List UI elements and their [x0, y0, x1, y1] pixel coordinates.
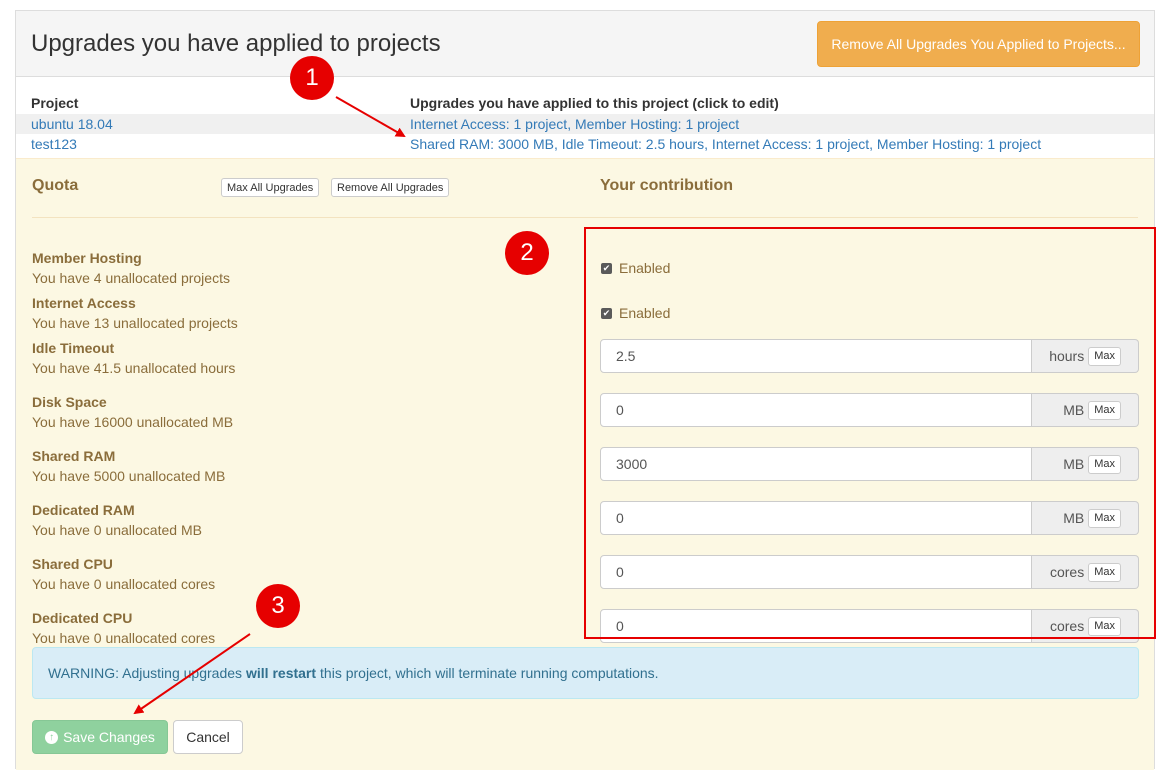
quota-title: Quota [32, 177, 79, 194]
quota-desc-disk-space: You have 16000 unallocated MB [32, 414, 234, 430]
column-header-project: Project [31, 95, 79, 111]
annotation-badge-1: 1 [290, 56, 334, 100]
quota-name-shared-ram: Shared RAM [32, 448, 116, 464]
quota-name-disk-space: Disk Space [32, 394, 107, 410]
upgrades-link[interactable]: Internet Access: 1 project, Member Hosti… [410, 116, 739, 132]
annotation-badge-2: 2 [505, 231, 549, 275]
contribution-title: Your contribution [600, 177, 734, 194]
quota-desc-internet-access: You have 13 unallocated projects [32, 315, 238, 331]
quota-name-dedicated-cpu: Dedicated CPU [32, 610, 133, 626]
divider [32, 217, 1138, 218]
warning-prefix: WARNING: Adjusting upgrades [48, 665, 243, 681]
warning-suffix: this project, which will terminate runni… [320, 665, 659, 681]
quota-name-idle-timeout: Idle Timeout [32, 340, 115, 356]
arrow-circle-up-icon: ↑ [45, 730, 59, 744]
max-all-upgrades-button[interactable]: Max All Upgrades [221, 178, 320, 197]
upgrades-link[interactable]: Shared RAM: 3000 MB, Idle Timeout: 2.5 h… [410, 136, 1041, 152]
quota-desc-dedicated-cpu: You have 0 unallocated cores [32, 630, 216, 646]
project-link[interactable]: test123 [31, 136, 77, 152]
warning-bold: will restart [246, 665, 317, 681]
quota-desc-shared-ram: You have 5000 unallocated MB [32, 468, 226, 484]
quota-desc-member-hosting: You have 4 unallocated projects [32, 270, 230, 286]
quota-name-member-hosting: Member Hosting [32, 250, 142, 266]
panel-heading: Upgrades you have applied to projects Re… [16, 11, 1154, 77]
remove-all-upgrades-button[interactable]: Remove All Upgrades [331, 178, 450, 197]
quota-name-shared-cpu: Shared CPU [32, 556, 113, 572]
table-row: test123 Shared RAM: 3000 MB, Idle Timeou… [16, 134, 1154, 154]
save-changes-button[interactable]: ↑ Save Changes [32, 720, 168, 754]
column-header-upgrades: Upgrades you have applied to this projec… [410, 95, 779, 111]
page-title: Upgrades you have applied to projects [31, 30, 441, 57]
restart-warning-alert: WARNING: Adjusting upgrades will restart… [32, 647, 1139, 699]
quota-desc-idle-timeout: You have 41.5 unallocated hours [32, 360, 236, 376]
remove-all-applied-upgrades-button[interactable]: Remove All Upgrades You Applied to Proje… [817, 21, 1140, 67]
cancel-button[interactable]: Cancel [173, 720, 243, 754]
quota-name-dedicated-ram: Dedicated RAM [32, 502, 135, 518]
save-label: Save Changes [63, 729, 155, 745]
quota-name-internet-access: Internet Access [32, 295, 136, 311]
project-link[interactable]: ubuntu 18.04 [31, 116, 113, 132]
table-row: ubuntu 18.04 Internet Access: 1 project,… [16, 114, 1154, 134]
quota-desc-dedicated-ram: You have 0 unallocated MB [32, 522, 202, 538]
applied-upgrades-table: Project Upgrades you have applied to thi… [16, 78, 1154, 158]
annotation-highlight-box [584, 227, 1156, 639]
annotation-badge-3: 3 [256, 584, 300, 628]
quota-desc-shared-cpu: You have 0 unallocated cores [32, 576, 216, 592]
